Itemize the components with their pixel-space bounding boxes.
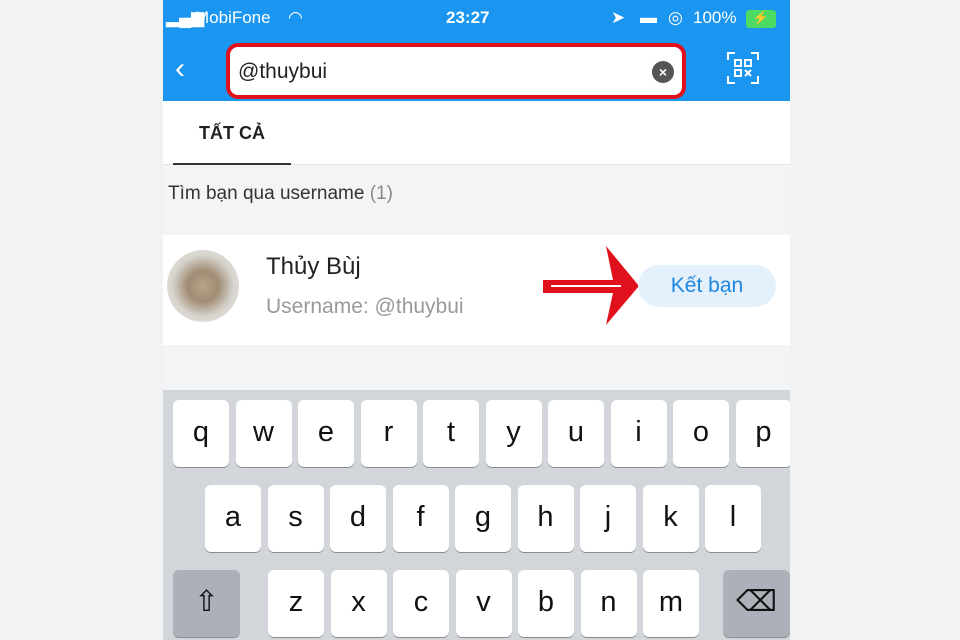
clear-icon[interactable]: ×	[652, 61, 674, 83]
key-f[interactable]: f	[392, 485, 449, 552]
result-username: Username: @thuybui	[266, 295, 464, 318]
key-o[interactable]: o	[673, 400, 729, 467]
key-q[interactable]: q	[173, 400, 229, 467]
header: ▂▄▆ MobiFone ◠ 23:27 ➤ ▬ ◎ 100% ⚡ ‹ ×	[163, 0, 790, 101]
shift-key[interactable]: ⇧	[173, 570, 240, 637]
key-r[interactable]: r	[360, 400, 417, 467]
avatar	[167, 250, 239, 322]
key-l[interactable]: l	[705, 485, 761, 552]
key-b[interactable]: b	[518, 570, 574, 637]
search-result-row[interactable]: Thủy Bùj Username: @thuybui Kết bạn	[163, 235, 790, 345]
tab-bar: TẤT CẢ	[163, 101, 790, 165]
phone-screen: ▂▄▆ MobiFone ◠ 23:27 ➤ ▬ ◎ 100% ⚡ ‹ × TẤ…	[163, 0, 790, 640]
key-u[interactable]: u	[548, 400, 604, 467]
key-n[interactable]: n	[580, 570, 637, 637]
keyboard: qwertyuiop asdfghjkl zxcvbnm ⇧ ⌫	[163, 390, 790, 640]
key-e[interactable]: e	[298, 400, 354, 467]
key-c[interactable]: c	[393, 570, 449, 637]
key-m[interactable]: m	[643, 570, 699, 637]
wifi-icon: ◠	[288, 8, 303, 27]
key-g[interactable]: g	[455, 485, 511, 552]
key-t[interactable]: t	[423, 400, 479, 467]
key-w[interactable]: w	[235, 400, 292, 467]
section-header: Tìm bạn qua username (1)	[168, 183, 393, 205]
key-s[interactable]: s	[267, 485, 324, 552]
key-z[interactable]: z	[268, 570, 324, 637]
battery-charging-icon: ⚡	[746, 10, 776, 28]
key-k[interactable]: k	[642, 485, 699, 552]
key-y[interactable]: y	[485, 400, 542, 467]
bed-icon: ▬	[640, 8, 657, 27]
battery-level: 100%	[693, 8, 737, 27]
key-x[interactable]: x	[330, 570, 387, 637]
key-j[interactable]: j	[580, 485, 636, 552]
key-p[interactable]: p	[735, 400, 790, 467]
clock: 23:27	[446, 8, 490, 27]
add-friend-button[interactable]: Kết bạn	[638, 265, 776, 307]
red-arrow-annotation-icon	[543, 246, 639, 325]
key-a[interactable]: a	[205, 485, 261, 552]
section-label: Tìm bạn qua username	[168, 183, 365, 204]
tab-all[interactable]: TẤT CẢ	[173, 101, 291, 165]
key-i[interactable]: i	[610, 400, 667, 467]
qr-scan-icon[interactable]	[727, 52, 759, 84]
location-icon: ➤	[611, 8, 626, 27]
key-v[interactable]: v	[455, 570, 512, 637]
back-icon[interactable]: ‹	[175, 52, 185, 86]
carrier: MobiFone	[195, 8, 271, 27]
key-h[interactable]: h	[517, 485, 574, 552]
backspace-key[interactable]: ⌫	[723, 570, 790, 637]
key-d[interactable]: d	[330, 485, 386, 552]
search-box[interactable]: ×	[226, 43, 686, 99]
result-name: Thủy Bùj	[266, 253, 361, 280]
rotation-lock-icon: ◎	[668, 8, 683, 27]
section-count: (1)	[369, 183, 393, 204]
search-input[interactable]	[238, 57, 638, 87]
